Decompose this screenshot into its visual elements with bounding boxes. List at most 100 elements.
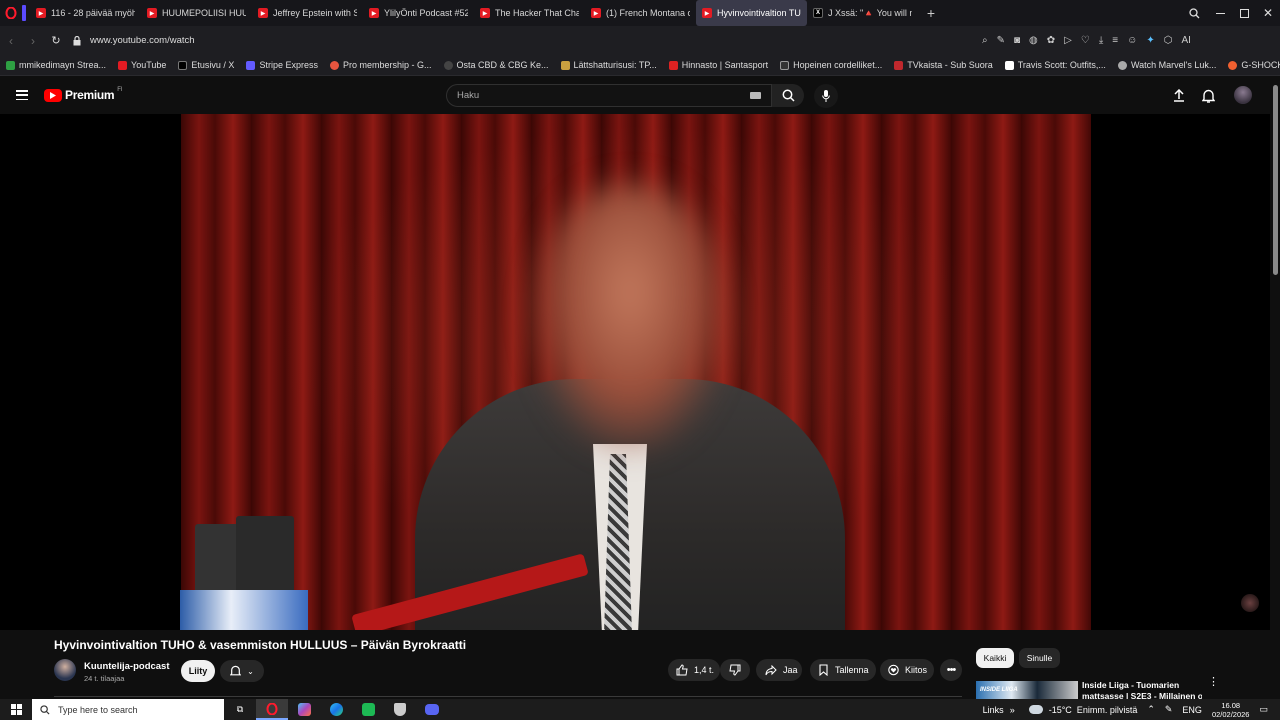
avatar[interactable] <box>1234 86 1252 104</box>
bookmark-item[interactable]: Pro membership - G... <box>324 60 438 70</box>
tvkaista-icon <box>894 60 904 70</box>
vpn-shield-icon[interactable] <box>384 703 416 716</box>
browser-tab[interactable]: XJ Xssä: "🔺 You will never <box>807 0 918 26</box>
browser-tab[interactable]: ▶YlilyÖnti Podcast #529 – L <box>363 0 474 26</box>
upload-icon[interactable] <box>1173 89 1185 102</box>
extension-colored-icon[interactable]: ✦ <box>1146 35 1154 46</box>
bookmark-favicon <box>6 60 15 70</box>
bookmark-item[interactable]: TVkaista - Sub Suora <box>888 60 999 70</box>
minimize-button[interactable] <box>1208 12 1232 14</box>
youtube-premium-logo[interactable]: Premium FI <box>44 87 123 102</box>
bookmark-item[interactable]: Hinnasto | Santasport <box>663 60 774 70</box>
recommended-more-icon[interactable]: ⋮ <box>1208 677 1219 688</box>
maximize-button[interactable] <box>1232 8 1256 18</box>
youtube-icon <box>118 60 128 70</box>
chevron-down-icon: ⌄ <box>247 666 254 676</box>
bookmark-item[interactable]: Lättshatturisusi: TP... <box>555 60 663 70</box>
hamburger-menu-icon[interactable] <box>16 90 28 100</box>
cube-icon[interactable]: ⬡ <box>1164 35 1173 46</box>
play-icon[interactable]: ▷ <box>1064 35 1072 46</box>
video-player[interactable] <box>0 114 1280 630</box>
channel-avatar[interactable] <box>54 659 76 681</box>
channel-watermark-icon[interactable] <box>1241 594 1259 612</box>
back-button[interactable]: ‹ <box>0 34 22 48</box>
app-icon-green[interactable] <box>352 703 384 716</box>
bookmark-item[interactable]: Osta CBD & CBG Ke... <box>438 60 555 70</box>
new-tab-button[interactable]: + <box>918 0 944 26</box>
scrollbar[interactable] <box>1270 77 1280 699</box>
reload-button[interactable]: ↻ <box>44 34 68 47</box>
tab-search-icon[interactable] <box>1180 7 1208 19</box>
profile-icon[interactable]: ☺ <box>1127 35 1137 46</box>
tray-chevron-up-icon[interactable]: ⌃ <box>1147 704 1155 715</box>
youtube-play-icon <box>44 88 62 102</box>
save-button[interactable]: Tallenna <box>810 659 876 681</box>
taskbar-links-chevron-icon[interactable]: » <box>1010 705 1015 715</box>
heart-icon[interactable]: ♡ <box>1081 35 1090 46</box>
subscribe-bell-button[interactable]: ⌄ <box>220 660 264 682</box>
browser-tab-active[interactable]: ▶ Hyvinvointivaltion TU <box>696 0 807 26</box>
bookmarks-bar: mmikedimayn Strea... YouTube Etusivu / X… <box>0 55 1280 76</box>
language-indicator[interactable]: ENG <box>1182 705 1202 715</box>
edit-icon[interactable]: ✎ <box>997 35 1005 46</box>
opera-logo-icon[interactable] <box>0 0 22 26</box>
video-title: Hyvinvointivaltion TUHO & vasemmiston HU… <box>54 638 467 652</box>
voice-search-button[interactable] <box>814 84 838 108</box>
weather-text[interactable]: -15°C Enimm. pilvistä <box>1049 705 1138 715</box>
keyboard-icon[interactable] <box>750 92 761 99</box>
bookmark-item[interactable]: Travis Scott: Outfits,... <box>999 60 1112 70</box>
menu-lines-icon[interactable]: ≡ <box>1112 35 1118 46</box>
shield-icon[interactable]: ◍ <box>1029 35 1038 46</box>
pen-icon[interactable]: ✎ <box>1165 704 1173 715</box>
page-search-icon[interactable]: ⌕ <box>982 35 988 46</box>
download-icon[interactable]: ⤓ <box>1099 35 1103 46</box>
bookmark-item[interactable]: Hopeinen cordelliket... <box>774 60 888 70</box>
search-button[interactable] <box>772 84 804 107</box>
camera-icon[interactable]: ◙ <box>1014 35 1020 46</box>
forward-button[interactable]: › <box>22 34 44 48</box>
discord-icon[interactable] <box>416 704 448 715</box>
edge-browser-icon[interactable] <box>320 703 352 716</box>
bookmark-item[interactable]: mmikedimayn Strea... <box>0 60 112 70</box>
bookmark-item[interactable]: Watch Marvel's Luk... <box>1112 60 1222 70</box>
bookmark-item[interactable]: Stripe Express <box>240 60 324 70</box>
clock[interactable]: 16.08 02/02/2026 <box>1212 701 1250 719</box>
share-button[interactable]: Jaa <box>756 659 802 681</box>
recommended-video-thumbnail[interactable]: INSIDE LIIGA <box>976 681 1078 699</box>
channel-name[interactable]: Kuuntelija-podcast <box>84 661 170 672</box>
browser-tab[interactable]: ▶HUUMEPOLIISI HUUMEK <box>141 0 252 26</box>
browser-tab[interactable]: ▶(1) French Montana on Be <box>585 0 696 26</box>
ai-icon[interactable]: AI <box>1181 35 1190 46</box>
scrollbar-thumb[interactable] <box>1273 85 1278 275</box>
join-button[interactable]: Liity <box>181 660 215 682</box>
youtube-header: Premium FI Haku <box>0 77 1280 114</box>
task-view-icon[interactable]: ⧉ <box>224 704 256 715</box>
browser-tab[interactable]: ▶The Hacker That Changed <box>474 0 585 26</box>
notifications-icon[interactable]: ▭ <box>1259 704 1268 715</box>
filter-chip-all[interactable]: Kaikki <box>976 648 1014 668</box>
youtube-icon: ▶ <box>147 8 157 18</box>
browser-tab[interactable]: ▶Jeffrey Epstein with Steve <box>252 0 363 26</box>
taskbar-links[interactable]: Links <box>983 705 1004 715</box>
bookmark-item[interactable]: YouTube <box>112 60 172 70</box>
app-icon-colorful[interactable] <box>288 703 320 716</box>
globe-icon <box>443 60 453 70</box>
thanks-button[interactable]: Kiitos <box>880 659 934 681</box>
more-actions-button[interactable]: ••• <box>940 659 962 681</box>
windows-start-icon[interactable] <box>0 704 32 715</box>
search-input[interactable]: Haku <box>446 84 772 107</box>
filter-chip-for-you[interactable]: Sinulle <box>1019 648 1060 668</box>
browser-tab[interactable]: ▶116 - 28 päivää myöhemm <box>30 0 141 26</box>
sidebar-toggle[interactable] <box>22 5 26 21</box>
notifications-bell-icon[interactable] <box>1202 89 1215 103</box>
url-field[interactable]: www.youtube.com/watch <box>86 35 966 46</box>
recommended-video-title[interactable]: Inside Liiga - Tuomarien mattsasse | S2E… <box>1082 680 1202 699</box>
opera-taskbar-icon[interactable] <box>256 699 288 720</box>
extension-icon[interactable]: ✿ <box>1047 35 1055 46</box>
close-window-button[interactable]: ✕ <box>1256 6 1280 20</box>
like-button[interactable]: 1,4 t. <box>668 659 720 681</box>
bookmark-item[interactable]: Etusivu / X <box>172 60 240 70</box>
bookmark-item[interactable]: G-SHOCK UNISEX -... <box>1222 60 1280 70</box>
dislike-button[interactable] <box>720 659 750 681</box>
taskbar-search-input[interactable]: Type here to search <box>32 699 224 720</box>
